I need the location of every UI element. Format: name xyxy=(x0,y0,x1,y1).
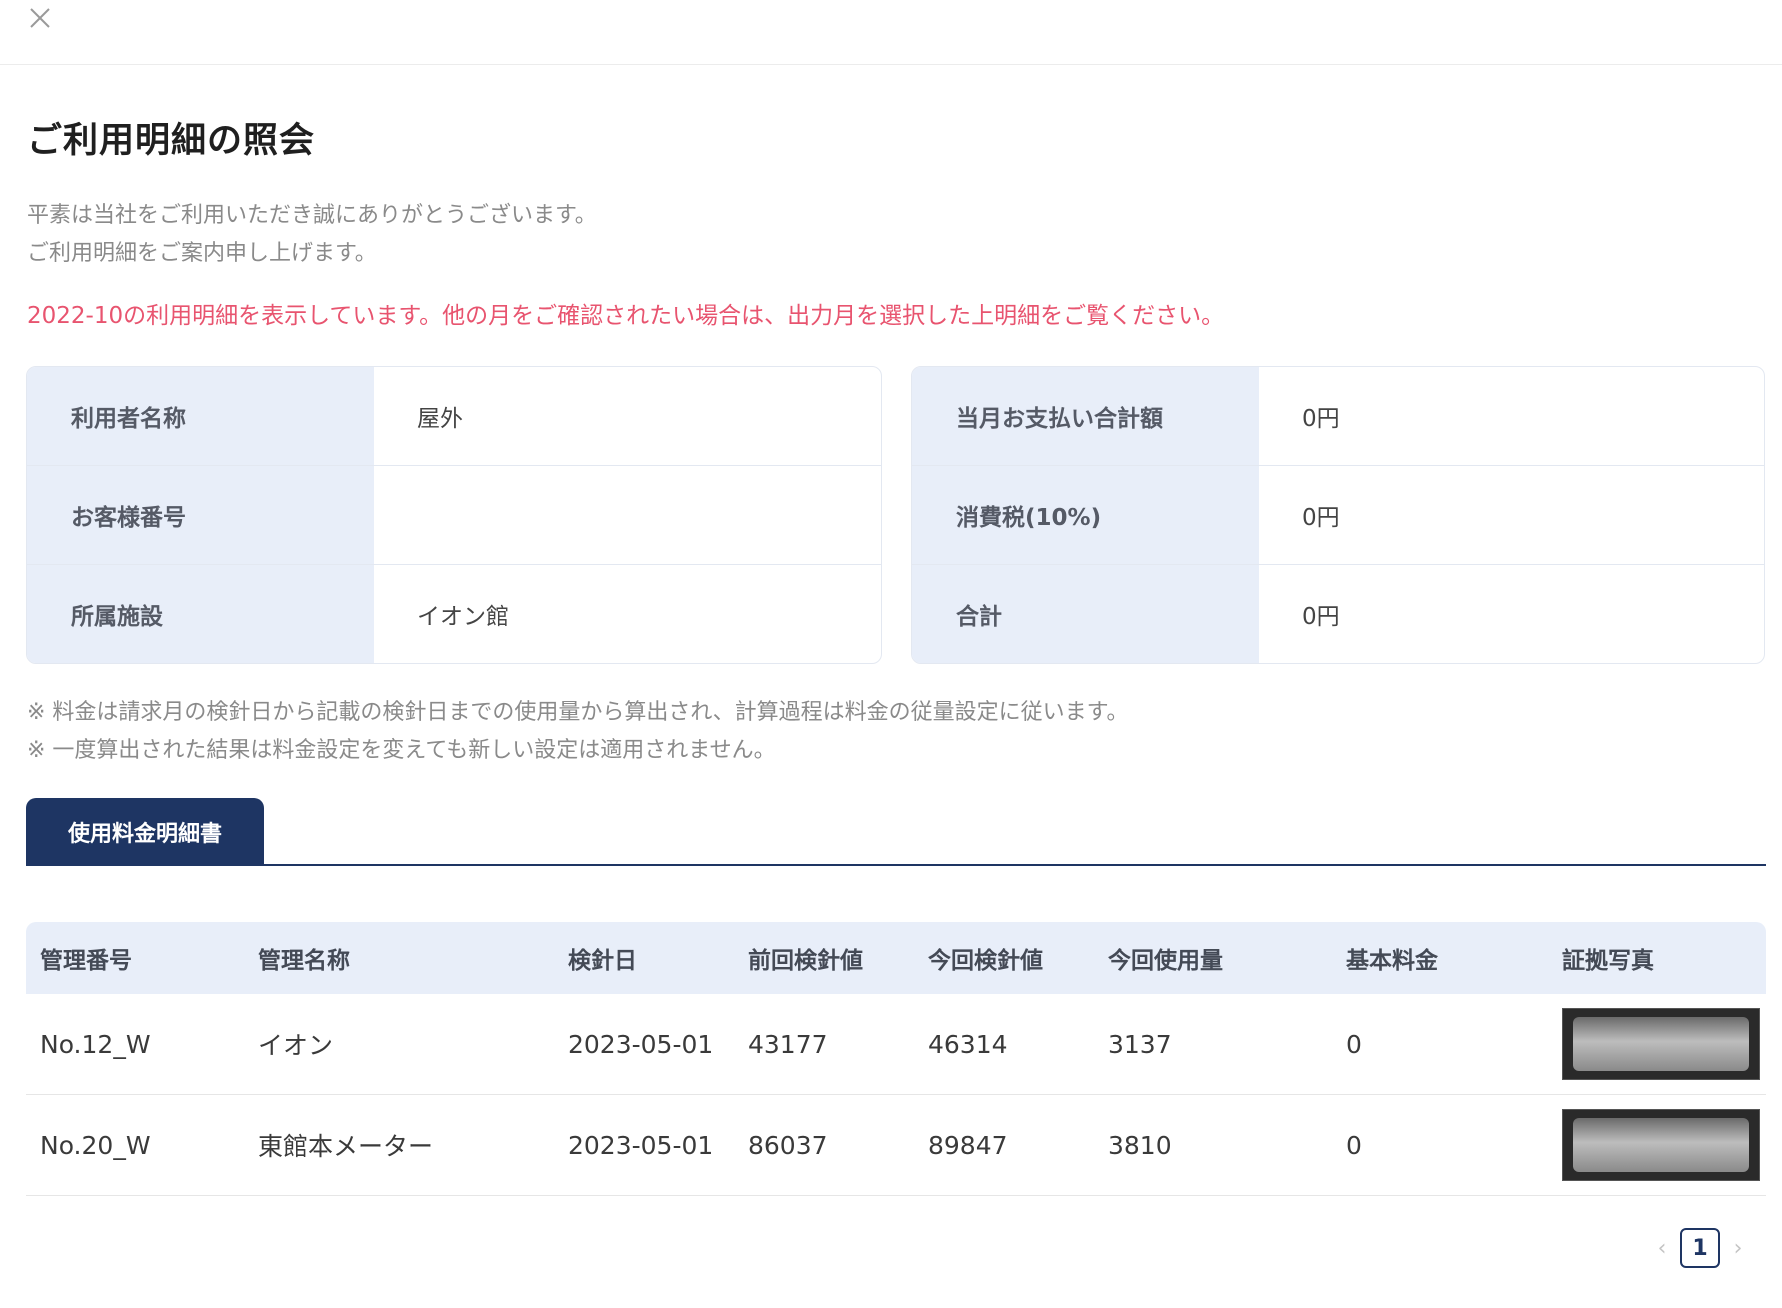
column-header: 証拠写真 xyxy=(1562,948,1654,974)
customer-info-card: 利用者名称 屋外 お客様番号 所属施設 イオン館 xyxy=(26,366,882,664)
pagination: ‹ 1 › xyxy=(1648,1228,1752,1268)
close-icon[interactable] xyxy=(26,4,54,32)
month-notice: 2022-10の利用明細を表示しています。他の月をご確認されたい場合は、出力月を… xyxy=(27,303,1225,329)
cell-photo xyxy=(1534,1008,1766,1080)
cell-curr: 89847 xyxy=(928,1130,1008,1160)
billing-info-card: 当月お支払い合計額 0円 消費税(10%) 0円 合計 0円 xyxy=(911,366,1765,664)
info-value: イオン館 xyxy=(417,604,509,630)
info-label: 利用者名称 xyxy=(27,367,374,465)
cell-id: No.20_W xyxy=(40,1130,151,1160)
info-value: 0円 xyxy=(1302,505,1340,531)
info-row-customer-number: お客様番号 xyxy=(27,466,881,565)
cell-photo xyxy=(1534,1109,1766,1181)
info-row-user-name: 利用者名称 屋外 xyxy=(27,367,881,466)
note-1: ※ 料金は請求月の検針日から記載の検針日までの使用量から算出され、計算過程は料金… xyxy=(27,700,1129,725)
info-label: お客様番号 xyxy=(27,466,374,564)
cell-date: 2023-05-01 xyxy=(568,1130,714,1160)
column-header: 基本料金 xyxy=(1346,948,1438,974)
info-value: 屋外 xyxy=(417,406,463,432)
info-row-total: 合計 0円 xyxy=(912,565,1764,663)
cell-usage: 3137 xyxy=(1108,1029,1172,1059)
table-row: No.12_W イオン 2023-05-01 43177 46314 3137 … xyxy=(26,994,1766,1095)
info-label: 当月お支払い合計額 xyxy=(912,367,1259,465)
cell-base: 0 xyxy=(1346,1029,1362,1059)
cell-base: 0 xyxy=(1346,1130,1362,1160)
note-2: ※ 一度算出された結果は料金設定を変えても新しい設定は適用されません。 xyxy=(27,738,776,763)
info-label: 所属施設 xyxy=(27,565,374,663)
column-header: 今回検針値 xyxy=(928,948,1043,974)
info-label: 合計 xyxy=(912,565,1259,663)
intro-text: 平素は当社をご利用いただき誠にありがとうございます。 ご利用明細をご案内申し上げ… xyxy=(27,197,597,273)
photo-glow xyxy=(1573,1118,1749,1172)
cell-usage: 3810 xyxy=(1108,1130,1172,1160)
info-value: 0円 xyxy=(1302,604,1340,630)
chevron-right-icon[interactable]: › xyxy=(1724,1228,1752,1268)
table-header: 管理番号 管理名称 検針日 前回検針値 今回検針値 今回使用量 基本料金 証拠写… xyxy=(26,922,1766,994)
info-label: 消費税(10%) xyxy=(912,466,1259,564)
info-value xyxy=(374,466,881,564)
intro-line-1: 平素は当社をご利用いただき誠にありがとうございます。 xyxy=(27,203,597,228)
evidence-photo[interactable] xyxy=(1562,1008,1760,1080)
column-header: 今回使用量 xyxy=(1108,948,1223,974)
photo-glow xyxy=(1573,1017,1749,1071)
column-header: 前回検針値 xyxy=(748,948,863,974)
info-row-monthly-total: 当月お支払い合計額 0円 xyxy=(912,367,1764,466)
cell-name: 東館本メーター xyxy=(258,1132,434,1161)
cell-date: 2023-05-01 xyxy=(568,1029,714,1059)
tab-bar: 使用料金明細書 xyxy=(26,798,1766,866)
column-header: 管理名称 xyxy=(258,948,350,974)
info-value: 0円 xyxy=(1302,406,1340,432)
cell-curr: 46314 xyxy=(928,1029,1008,1059)
page-title: ご利用明細の照会 xyxy=(27,121,316,161)
table-row: No.20_W 東館本メーター 2023-05-01 86037 89847 3… xyxy=(26,1095,1766,1196)
modal-header xyxy=(0,0,1782,65)
cell-name: イオン xyxy=(258,1031,334,1060)
chevron-left-icon[interactable]: ‹ xyxy=(1648,1228,1676,1268)
column-header: 管理番号 xyxy=(40,948,132,974)
column-header: 検針日 xyxy=(568,948,637,974)
cell-id: No.12_W xyxy=(40,1029,151,1059)
tab-usage-statement[interactable]: 使用料金明細書 xyxy=(26,798,264,866)
cell-prev: 86037 xyxy=(748,1130,828,1160)
info-row-facility: 所属施設 イオン館 xyxy=(27,565,881,663)
page-number-current[interactable]: 1 xyxy=(1680,1228,1720,1268)
notes: ※ 料金は請求月の検針日から記載の検針日までの使用量から算出され、計算過程は料金… xyxy=(27,694,1128,770)
usage-table: 管理番号 管理名称 検針日 前回検針値 今回検針値 今回使用量 基本料金 証拠写… xyxy=(26,922,1766,1196)
info-row-tax: 消費税(10%) 0円 xyxy=(912,466,1764,565)
evidence-photo[interactable] xyxy=(1562,1109,1760,1181)
intro-line-2: ご利用明細をご案内申し上げます。 xyxy=(27,241,377,266)
cell-prev: 43177 xyxy=(748,1029,828,1059)
